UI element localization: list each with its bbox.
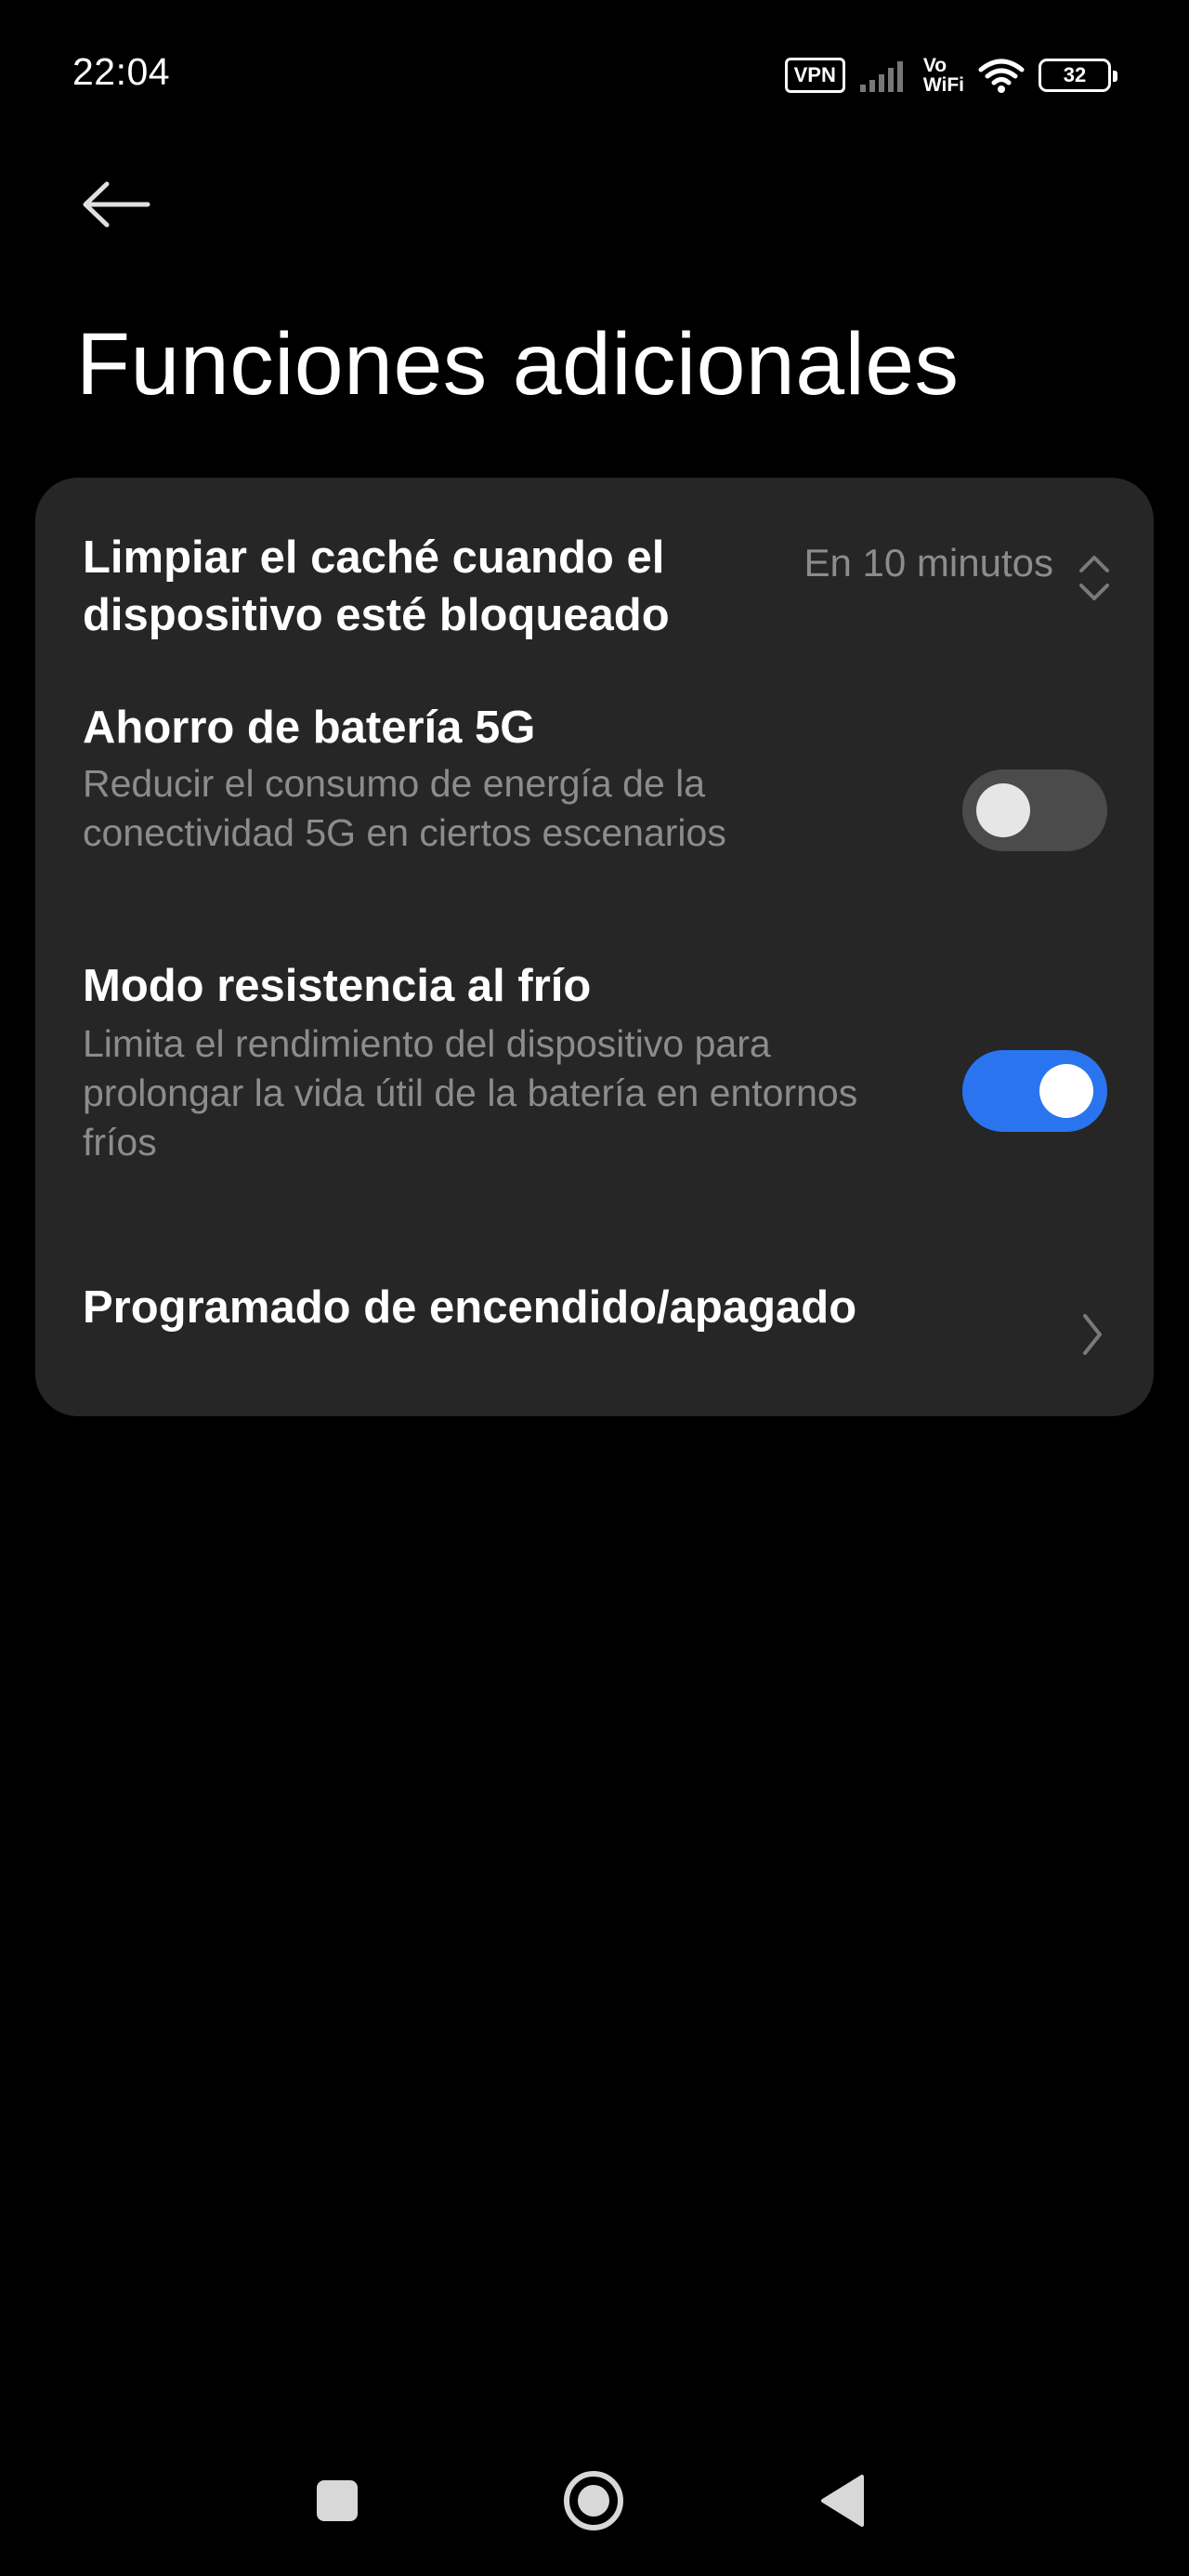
signal-icon [859, 61, 903, 92]
clear-cache-value: En 10 minutos [804, 541, 1054, 585]
recents-icon [317, 2480, 358, 2521]
battery-5g-subtitle: Reducir el consumo de energía de la cone… [83, 762, 726, 854]
nav-bar [0, 2444, 1189, 2556]
cold-mode-row[interactable]: Modo resistencia al frío Limita el rendi… [35, 903, 1154, 1219]
arrow-left-icon [83, 181, 150, 228]
cold-mode-subtitle: Limita el rendimiento del dispositivo pa… [83, 1022, 858, 1163]
battery-5g-title: Ahorro de batería 5G [83, 703, 536, 753]
toggle-knob [1039, 1064, 1093, 1118]
schedule-power-title: Programado de encendido/apagado [83, 1282, 857, 1333]
cold-mode-title: Modo resistencia al frío [83, 961, 592, 1011]
schedule-power-row[interactable]: Programado de encendido/apagado [35, 1219, 1154, 1416]
status-icons: VPN Vo WiFi 32 [784, 52, 1117, 99]
vowifi-icon: Vo WiFi [922, 55, 964, 96]
page-title: Funciones adicionales [76, 315, 960, 414]
toggle-knob [976, 783, 1030, 837]
battery-5g-toggle[interactable] [962, 769, 1107, 851]
back-nav-button[interactable] [804, 2463, 881, 2539]
home-icon [564, 2471, 623, 2530]
back-button[interactable] [74, 167, 158, 242]
cold-mode-toggle[interactable] [962, 1050, 1107, 1132]
battery-icon: 32 [1039, 59, 1117, 92]
vpn-icon: VPN [784, 58, 845, 93]
screen: 22:04 VPN Vo WiFi 32 Funciones adicional… [0, 0, 1189, 2576]
status-time: 22:04 [72, 50, 171, 93]
battery-5g-row[interactable]: Ahorro de batería 5G Reducir el consumo … [35, 643, 1154, 903]
up-down-chevron-icon [1079, 556, 1109, 600]
chevron-right-icon [1083, 1314, 1102, 1355]
home-button[interactable] [552, 2459, 635, 2543]
clear-cache-title: Limpiar el caché cuando el dispositivo e… [83, 532, 670, 640]
clear-cache-row[interactable]: Limpiar el caché cuando el dispositivo e… [35, 478, 1154, 643]
wifi-icon [978, 59, 1025, 93]
settings-card: Limpiar el caché cuando el dispositivo e… [35, 478, 1154, 1416]
back-triangle-icon [821, 2475, 864, 2527]
recents-button[interactable] [299, 2463, 375, 2539]
status-bar: 22:04 VPN Vo WiFi 32 [0, 0, 1189, 149]
